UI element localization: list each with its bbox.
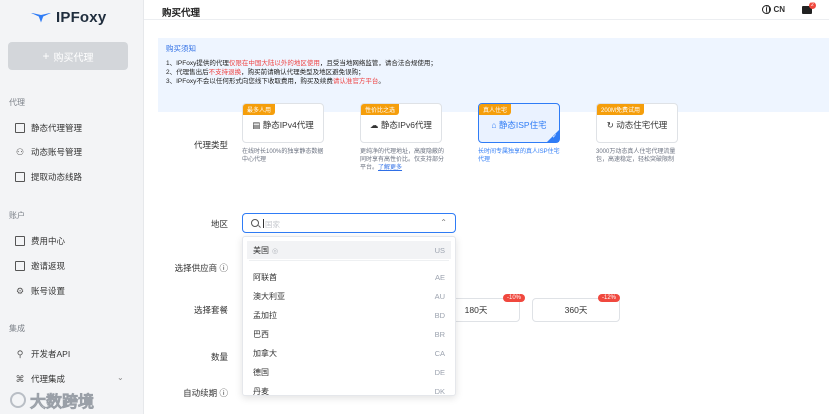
sidebar-item-label: 提取动态线路 — [31, 172, 83, 182]
proxy-type-card-ipv6[interactable]: 性价比之选 ☁ 静态IPv6代理 — [360, 103, 442, 143]
notice-line: 3、IPFoxy不会以任何形式向您线下收取费用，购买及续费请认准官方平台。 — [166, 78, 385, 85]
region-option-au[interactable]: 澳大利亚 AU — [247, 287, 451, 305]
search-icon — [251, 219, 259, 227]
logo[interactable]: IPFoxy — [30, 9, 106, 26]
sidebar-item-billing[interactable]: 费用中心 — [15, 235, 65, 247]
monitor-icon — [15, 123, 25, 133]
provider-label: 选择供应商 ⓘ — [174, 263, 228, 273]
messages-button[interactable]: 2 — [802, 2, 816, 14]
region-label: 地区 — [210, 219, 228, 229]
page-title: 购买代理 — [162, 8, 201, 19]
watermark: 大数跨境 — [10, 388, 94, 412]
card-label: ▤ 静态IPv4代理 — [252, 120, 314, 130]
package-label: 选择套餐 — [193, 305, 228, 315]
sidebar-item-label: 动态账号管理 — [31, 147, 83, 157]
quantity-label: 数量 — [210, 352, 228, 362]
sidebar-item-proxy-integration[interactable]: ⌘ 代理集成 — [15, 373, 66, 385]
sidebar-item-referral[interactable]: 邀请返现 — [15, 260, 65, 272]
card-label: ↻ 动态住宅代理 — [606, 120, 668, 130]
language-switcher[interactable]: CN — [762, 5, 785, 14]
nav-section-account: 账户 — [9, 211, 25, 220]
sidebar-item-extract-lines[interactable]: 提取动态线路 — [15, 171, 82, 183]
card-desc-dynamic: 3000万动态真人住宅代理流量包，高速稳定，轻松突破限制 — [596, 149, 676, 163]
sidebar-item-label: 账号设置 — [31, 286, 66, 296]
region-option-ae[interactable]: 阿联酋 AE — [247, 268, 451, 286]
info-icon[interactable]: ⓘ — [219, 263, 228, 273]
sidebar-item-developer-api[interactable]: ⚲ 开发者API — [15, 348, 71, 360]
sidebar-item-account-settings[interactable]: ⚙ 账号设置 — [15, 285, 65, 297]
nav-section-integration: 集成 — [9, 324, 25, 333]
buy-proxy-label: 购买代理 — [53, 52, 94, 64]
sidebar-item-static-proxy[interactable]: 静态代理管理 — [15, 122, 82, 134]
card-label: ☁ 静态IPv6代理 — [370, 120, 432, 130]
users-icon: ⚇ — [15, 147, 25, 157]
fox-logo-icon — [30, 11, 52, 25]
cloud-icon: ☁ — [370, 120, 379, 130]
sidebar-item-label: 费用中心 — [31, 236, 66, 246]
api-icon: ⚲ — [16, 349, 24, 359]
sidebar-item-label: 开发者API — [31, 349, 71, 359]
proxy-type-card-ipv4[interactable]: 最多人用 ▤ 静态IPv4代理 — [242, 103, 324, 143]
text-caret — [263, 219, 264, 228]
card-tag: 真人住宅 — [479, 104, 512, 115]
card-desc-ipv4: 在线时长100%的独享静态数据中心代理 — [242, 149, 324, 163]
region-dropdown: 美国 ◎ US 阿联酋 AE 澳大利亚 AU 孟加拉 BD 巴西 BR 加拿大 CA 德国 D… — [242, 236, 456, 396]
region-search-input[interactable]: 国家 ⌃ — [242, 213, 456, 233]
header: 购买代理 CN 2 — [144, 0, 829, 20]
learn-more-link[interactable]: 了解更多 — [378, 165, 402, 171]
card-tag: 性价比之选 — [361, 104, 400, 115]
language-label: CN — [773, 5, 785, 14]
globe-icon — [762, 5, 772, 14]
sidebar-item-dynamic-account[interactable]: ⚇ 动态账号管理 — [15, 146, 82, 158]
proxy-type-card-dynamic[interactable]: 200M免费试用 ↻ 动态住宅代理 — [596, 103, 678, 143]
list-icon — [15, 172, 25, 182]
server-icon: ▤ — [252, 120, 261, 130]
sidebar: IPFoxy + 购买代理 代理 静态代理管理 ⚇ 动态账号管理 提取动态线路 … — [0, 0, 144, 414]
region-option-br[interactable]: 巴西 BR — [247, 325, 451, 343]
chevron-down-icon[interactable]: ⌄ — [117, 373, 124, 382]
integration-icon: ⌘ — [15, 374, 25, 384]
info-icon: ◎ — [272, 247, 279, 255]
watermark-logo-icon — [10, 392, 26, 408]
card-desc-isp: 长时间专属独享的真人ISP住宅代理 — [478, 149, 560, 163]
sidebar-item-label: 邀请返现 — [31, 261, 66, 271]
divider — [249, 260, 449, 261]
info-icon[interactable]: ⓘ — [219, 388, 228, 398]
notice-title: 购买须知 — [166, 44, 196, 53]
purchase-notice: 购买须知 1、IPFoxy提供的代理仅限在中国大陆以外的地区使用，且受当地网络监… — [158, 38, 829, 112]
refresh-icon: ↻ — [606, 120, 614, 130]
region-option-ca[interactable]: 加拿大 CA — [247, 344, 451, 362]
proxy-type-card-isp[interactable]: 真人住宅 ⌂ 静态ISP住宅 — [478, 103, 560, 143]
discount-badge: -10% — [503, 294, 526, 302]
region-option-dk[interactable]: 丹麦 DK — [247, 382, 451, 396]
plus-icon: + — [42, 49, 50, 63]
selected-check-icon — [547, 130, 559, 142]
region-option-bd[interactable]: 孟加拉 BD — [247, 306, 451, 324]
region-option-de[interactable]: 德国 DE — [247, 363, 451, 381]
notice-line: 2、代理售出后不支持退换，购买前请确认代理类型及地区避免误购； — [166, 69, 365, 76]
gift-icon — [15, 261, 25, 271]
auto-renew-label: 自动续期 ⓘ — [183, 388, 228, 398]
logo-text: IPFoxy — [56, 9, 107, 26]
proxy-type-label: 代理类型 — [193, 140, 228, 150]
card-tag: 最多人用 — [243, 104, 276, 115]
notice-line: 1、IPFoxy提供的代理仅限在中国大陆以外的地区使用，且受当地网络监管，请合法… — [166, 60, 437, 67]
sidebar-item-label: 静态代理管理 — [31, 123, 83, 133]
card-tag: 200M免费试用 — [597, 104, 645, 115]
nav-section-proxy: 代理 — [9, 98, 25, 107]
card-desc-ipv6: 更纯净的代理地址，高度隐蔽的同时享有高性价比。仅支持部分平台。了解更多 — [360, 149, 445, 171]
buy-proxy-button[interactable]: + 购买代理 — [8, 42, 128, 70]
gear-icon: ⚙ — [15, 286, 25, 296]
chevron-up-icon[interactable]: ⌃ — [440, 218, 447, 227]
region-placeholder: 国家 — [265, 220, 280, 229]
region-option-us[interactable]: 美国 ◎ US — [247, 241, 451, 259]
sidebar-item-label: 代理集成 — [31, 374, 66, 384]
discount-badge: -12% — [598, 294, 621, 302]
wallet-icon — [15, 236, 25, 246]
home-icon: ⌂ — [491, 120, 497, 130]
message-count-badge: 2 — [809, 2, 816, 9]
